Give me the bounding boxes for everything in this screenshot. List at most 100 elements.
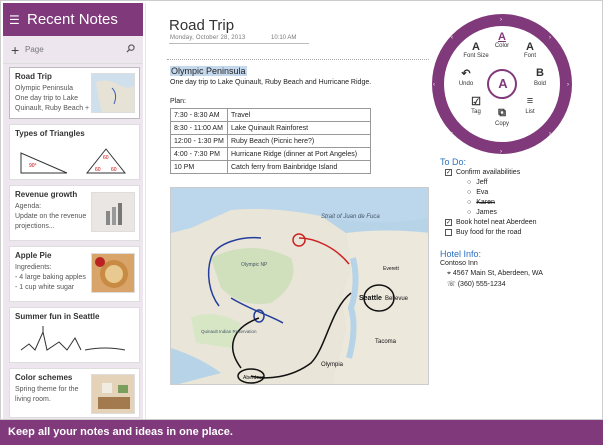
todo-heading[interactable]: To Do: — [440, 157, 466, 167]
sidebar-divider — [145, 3, 146, 419]
add-page-icon[interactable]: + — [11, 42, 25, 58]
person-name: Eva — [476, 189, 489, 196]
svg-text:›: › — [549, 131, 551, 137]
table-cell[interactable]: Catch ferry from Bainbridge Island — [227, 160, 371, 174]
note-card-revenue[interactable]: Revenue growth Agenda: Update on the rev… — [9, 185, 140, 241]
hamburger-icon[interactable]: ☰ — [9, 13, 27, 27]
todo-item[interactable]: ✓ Book hotel neat Aberdeen — [445, 219, 537, 226]
svg-text:60: 60 — [95, 167, 101, 173]
person-name: Karen — [476, 199, 495, 206]
note-heading[interactable]: Olympic Peninsula — [170, 66, 247, 76]
phone-icon: ☏ — [447, 281, 456, 288]
revenue-thumbnail — [91, 192, 135, 232]
svg-text:60: 60 — [103, 155, 109, 161]
bold-icon[interactable]: B — [525, 67, 555, 79]
table-cell[interactable]: 8:30 - 11:00 AM — [170, 121, 228, 135]
table-row[interactable]: 8:30 - 11:00 AM Lake Quinault Rainforest — [170, 121, 371, 135]
table-cell[interactable]: Travel — [227, 108, 371, 122]
person-item[interactable]: ○ Eva — [467, 189, 488, 196]
hotel-address[interactable]: ⌖ 4567 Main St, Aberdeen, WA — [447, 270, 543, 278]
radial-format-menu[interactable]: › › › › › ‹ ‹ ‹ A A Color A Font B Bold … — [429, 11, 575, 157]
search-placeholder[interactable]: Page — [25, 45, 126, 54]
svg-text:›: › — [549, 35, 551, 41]
note-subtitle[interactable]: One day trip to Lake Quinault, Ruby Beac… — [170, 79, 371, 86]
color-label[interactable]: Color — [487, 43, 517, 49]
map-label: Aberdeen — [243, 375, 265, 381]
table-cell[interactable]: 12:00 - 1:30 PM — [170, 134, 228, 148]
svg-text:90°: 90° — [29, 163, 37, 169]
sidebar-title: Recent Notes — [27, 11, 118, 28]
tag-label[interactable]: Tag — [461, 109, 491, 115]
hotel-phone-text: (360) 555-1234 — [457, 281, 506, 288]
todo-item[interactable]: ✓ Confirm availabilities — [445, 169, 520, 176]
font-icon[interactable]: A — [515, 41, 545, 53]
note-container-handle[interactable] — [167, 59, 429, 63]
promo-footer: Keep all your notes and ideas in one pla… — [0, 420, 603, 445]
tag-icon[interactable]: ☑ — [461, 95, 491, 108]
map-label: Seattle — [359, 295, 382, 302]
font-label[interactable]: Font — [515, 53, 545, 59]
hotel-heading[interactable]: Hotel Info: — [440, 249, 481, 259]
map-drawing: Strait of Juan de Fuca Olympic NP Seattl… — [171, 188, 428, 384]
todo-item[interactable]: Buy food for the road — [445, 229, 521, 236]
search-icon[interactable] — [126, 43, 135, 56]
checkbox-checked[interactable]: ✓ — [445, 169, 452, 176]
table-cell[interactable]: 7:30 - 8:30 AM — [170, 108, 228, 122]
person-item[interactable]: ○ James — [467, 209, 497, 216]
list-label[interactable]: List — [515, 109, 545, 115]
table-row[interactable]: 7:30 - 8:30 AM Travel — [170, 108, 371, 122]
checkbox-unchecked[interactable] — [445, 229, 452, 236]
map-label: Bellevue — [385, 296, 409, 302]
note-card-seattle[interactable]: Summer fun in Seattle — [9, 307, 140, 363]
map-label: Olympia — [321, 362, 344, 368]
title-underline — [169, 43, 309, 44]
table-row[interactable]: 12:00 - 1:30 PM Ruby Beach (Picnic here?) — [170, 134, 371, 148]
svg-text:60: 60 — [111, 167, 117, 173]
table-row[interactable]: 10 PM Catch ferry from Bainbridge Island — [170, 160, 371, 174]
page-title[interactable]: Road Trip — [169, 17, 234, 34]
table-cell[interactable]: Lake Quinault Rainforest — [227, 121, 371, 135]
schedule-table[interactable]: 7:30 - 8:30 AM Travel 8:30 - 11:00 AM Lake… — [170, 108, 371, 174]
sidebar-header: ☰ Recent Notes — [3, 3, 143, 36]
font-size-icon[interactable]: A — [461, 41, 491, 53]
note-card-color-schemes[interactable]: Color schemes Spring theme for the livin… — [9, 368, 140, 418]
table-row[interactable]: 4:00 - 7:30 PM Hurricane Ridge (dinner at… — [170, 147, 371, 161]
svg-text:‹: ‹ — [433, 82, 435, 88]
map-image[interactable]: Strait of Juan de Fuca Olympic NP Seattl… — [170, 187, 429, 385]
center-text-icon[interactable]: A — [488, 76, 518, 91]
hotel-name[interactable]: Contoso Inn — [440, 260, 478, 267]
bullet-icon: ○ — [467, 209, 472, 216]
bold-label[interactable]: Bold — [525, 81, 555, 87]
svg-text:‹: ‹ — [451, 35, 453, 41]
undo-icon[interactable]: ↶ — [451, 67, 481, 80]
copy-label[interactable]: Copy — [487, 121, 517, 127]
font-color-icon[interactable]: A — [487, 31, 517, 43]
copy-icon[interactable]: ⧉ — [487, 107, 517, 120]
hotel-phone[interactable]: ☏ (360) 555-1234 — [447, 280, 506, 288]
onenote-app: ☰ Recent Notes + Page Road Trip Olympic … — [0, 0, 603, 420]
seattle-sketch — [20, 326, 126, 351]
person-name: Jeff — [476, 179, 488, 186]
table-cell[interactable]: 4:00 - 7:30 PM — [170, 147, 228, 161]
page-search-bar[interactable]: + Page — [3, 36, 143, 64]
font-size-label[interactable]: Font Size — [461, 53, 491, 59]
note-card-road-trip[interactable]: Road Trip Olympic Peninsula One day trip… — [9, 67, 140, 119]
map-label: Strait of Juan de Fuca — [321, 214, 380, 220]
table-cell[interactable]: 10 PM — [170, 160, 228, 174]
triangles-sketch: 90° 60 60 60 — [20, 148, 127, 174]
person-item[interactable]: ○ Jeff — [467, 179, 487, 186]
note-card-apple-pie[interactable]: Apple Pie Ingredients: - 4 large baking … — [9, 246, 140, 302]
table-cell[interactable]: Hurricane Ridge (dinner at Port Angeles) — [227, 147, 371, 161]
undo-label[interactable]: Undo — [451, 81, 481, 87]
checkbox-checked[interactable]: ✓ — [445, 219, 452, 226]
svg-text:›: › — [567, 82, 569, 88]
map-thumbnail — [91, 73, 135, 113]
person-item[interactable]: ○ Karen — [467, 199, 495, 206]
table-cell[interactable]: Ruby Beach (Picnic here?) — [227, 134, 371, 148]
map-label: Tacoma — [375, 339, 397, 345]
map-label: Quinault Indian Reservation — [201, 329, 257, 334]
note-card-triangles[interactable]: Types of Triangles 90° 60 60 60 — [9, 124, 140, 180]
list-icon[interactable]: ≡ — [515, 95, 545, 107]
plan-label[interactable]: Plan: — [170, 98, 186, 105]
map-label: Everett — [383, 266, 399, 272]
